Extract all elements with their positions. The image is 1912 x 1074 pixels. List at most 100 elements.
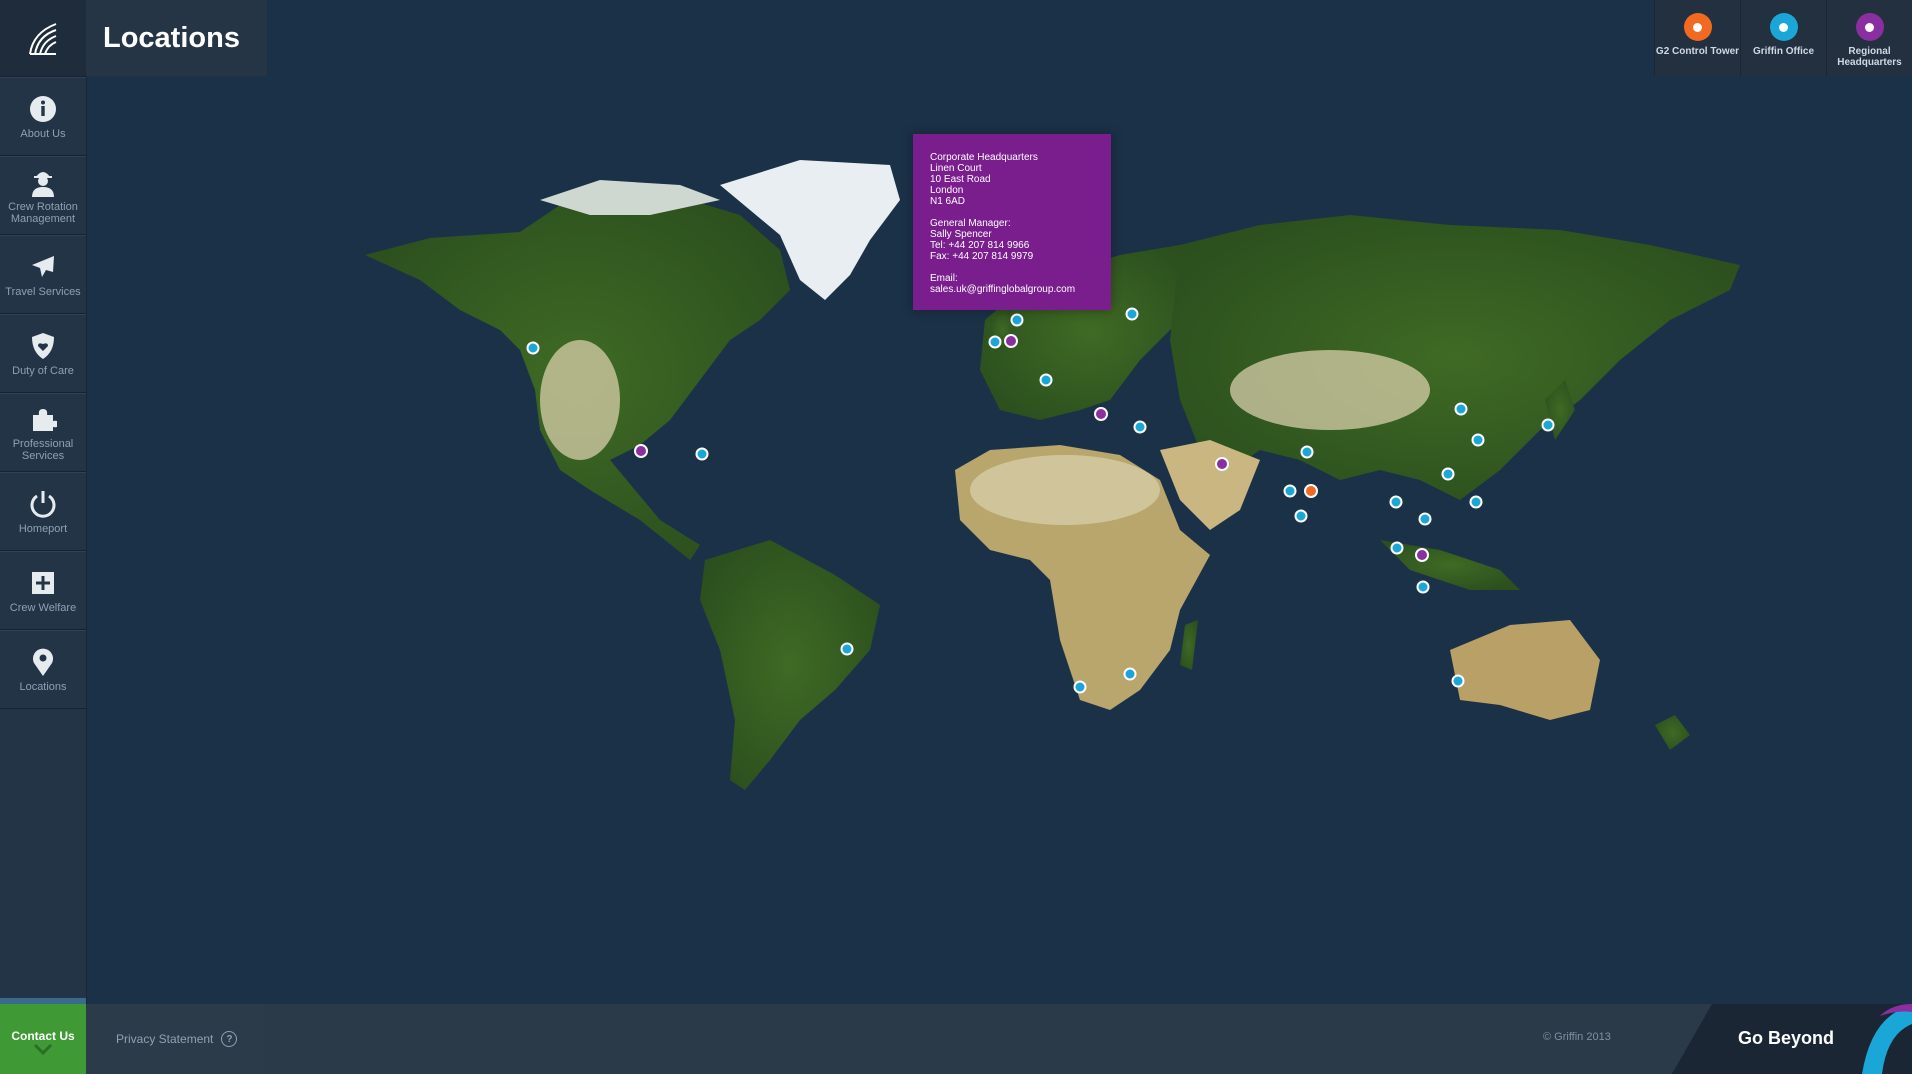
marker-griffin-office[interactable] [1294, 509, 1308, 523]
sidebar-item-label: Crew Rotation Management [8, 200, 78, 225]
marker-griffin-office[interactable] [1454, 402, 1468, 416]
marker-griffin-office[interactable] [1123, 667, 1137, 681]
legend-g2-control-tower[interactable]: G2 Control Tower [1654, 0, 1740, 76]
location-popup: Corporate Headquarters Linen Court 10 Ea… [913, 134, 1111, 310]
desert-north-america [540, 340, 620, 460]
page-title-box: Locations [86, 0, 267, 76]
contact-us-label: Contact Us [11, 1029, 75, 1043]
marker-griffin-office[interactable] [840, 642, 854, 656]
map-pin-icon [28, 647, 58, 677]
footer-bar [264, 1004, 1912, 1074]
legend-dot-orange [1683, 13, 1712, 41]
sidebar-item-professional-services[interactable]: Professional Services [0, 393, 86, 472]
continent-madagascar [1180, 620, 1198, 670]
page-title: Locations [103, 21, 240, 54]
sidebar-item-about-us[interactable]: About Us [0, 77, 86, 156]
marker-griffin-office[interactable] [1469, 495, 1483, 509]
popup-line: Linen Court [930, 163, 982, 174]
marker-griffin-office[interactable] [1441, 467, 1455, 481]
marker-g2-control-tower[interactable] [1304, 484, 1318, 498]
marker-griffin-office[interactable] [1418, 512, 1432, 526]
marker-griffin-office[interactable] [1541, 418, 1555, 432]
popup-line: London [930, 185, 964, 196]
question-circle-icon: ? [221, 1031, 238, 1047]
popup-email: Email: sales.uk@griffinglobalgroup.com [930, 273, 1094, 295]
marker-griffin-office[interactable] [1451, 674, 1465, 688]
privacy-statement-label: Privacy Statement [116, 1032, 214, 1046]
privacy-statement-link[interactable]: Privacy Statement ? [86, 1004, 264, 1074]
marker-regional-hq[interactable] [1094, 407, 1108, 421]
sidebar-item-duty-of-care[interactable]: Duty of Care [0, 314, 86, 393]
popup-line: Email: [930, 273, 958, 284]
marker-griffin-office[interactable] [695, 447, 709, 461]
sidebar-item-travel-services[interactable]: Travel Services [0, 235, 86, 314]
sidebar-item-crew-rotation[interactable]: Crew Rotation Management [0, 156, 86, 235]
popup-line: Sally Spencer [930, 229, 992, 240]
chevron-down-icon [33, 1043, 53, 1055]
logo[interactable] [0, 0, 86, 77]
popup-line: Tel: +44 207 814 9966 [930, 240, 1030, 251]
marker-regional-hq[interactable] [1215, 457, 1229, 471]
marker-griffin-office[interactable] [1010, 313, 1024, 327]
popup-email-link[interactable]: sales.uk@griffinglobalgroup.com [930, 284, 1094, 295]
sidebar-item-label: Homeport [18, 522, 68, 535]
marker-griffin-office[interactable] [1133, 420, 1147, 434]
marker-griffin-office[interactable] [1125, 307, 1139, 321]
sidebar-item-label: Professional Services [12, 437, 74, 462]
sidebar-item-label: Duty of Care [12, 364, 74, 377]
swoosh-logo-icon [1862, 1004, 1912, 1074]
marker-griffin-office[interactable] [1300, 445, 1314, 459]
marker-regional-hq[interactable] [1415, 548, 1429, 562]
sidebar: About Us Crew Rotation Management Travel… [0, 0, 87, 1004]
marker-griffin-office[interactable] [1416, 580, 1430, 594]
legend-dot-purple [1855, 13, 1884, 41]
info-icon [28, 94, 58, 124]
footer: Contact Us Privacy Statement ? © Griffin… [0, 1004, 1912, 1074]
marker-griffin-office[interactable] [1471, 433, 1485, 447]
griffin-logo-icon [29, 23, 57, 55]
popup-line: 10 East Road [930, 174, 991, 185]
legend-griffin-office[interactable]: Griffin Office [1740, 0, 1826, 76]
sidebar-item-label: About Us [20, 127, 66, 140]
sidebar-item-crew-welfare[interactable]: Crew Welfare [0, 551, 86, 630]
desert-sahara [970, 455, 1160, 525]
marker-griffin-office[interactable] [1283, 484, 1297, 498]
legend-label: Griffin Office [1752, 46, 1815, 57]
sidebar-item-label: Travel Services [5, 285, 81, 298]
sidebar-item-label: Crew Welfare [9, 601, 77, 614]
sidebar-item-label: Locations [19, 680, 67, 693]
marker-griffin-office[interactable] [988, 335, 1002, 349]
puzzle-icon [28, 404, 58, 434]
popup-line: General Manager: [930, 218, 1011, 229]
popup-address: Corporate Headquarters Linen Court 10 Ea… [930, 152, 1094, 207]
marker-griffin-office[interactable] [526, 341, 540, 355]
marker-griffin-office[interactable] [1039, 373, 1053, 387]
sidebar-item-locations[interactable]: Locations [0, 630, 86, 709]
marker-regional-hq[interactable] [634, 444, 648, 458]
plus-box-icon [28, 568, 58, 598]
marker-griffin-office[interactable] [1073, 680, 1087, 694]
popup-line: Fax: +44 207 814 9979 [930, 251, 1034, 262]
airplane-icon [28, 252, 58, 282]
continent-new-zealand [1655, 715, 1690, 750]
marker-regional-hq[interactable] [1004, 334, 1018, 348]
popup-line: N1 6AD [930, 196, 966, 207]
power-icon [28, 489, 58, 519]
copyright: © Griffin 2013 [1543, 1031, 1611, 1043]
marker-griffin-office[interactable] [1389, 495, 1403, 509]
sidebar-item-homeport[interactable]: Homeport [0, 472, 86, 551]
tagline: Go Beyond [1738, 1028, 1835, 1048]
popup-line: Corporate Headquarters [930, 152, 1038, 163]
legend-label: Regional Headquarters [1837, 46, 1902, 68]
shield-icon [28, 331, 58, 361]
contact-us-button[interactable]: Contact Us [0, 1004, 86, 1074]
continent-asia [1170, 215, 1740, 500]
map-legend: G2 Control Tower Griffin Office Regional… [1654, 0, 1912, 76]
legend-regional-hq[interactable]: Regional Headquarters [1826, 0, 1912, 76]
person-icon [28, 167, 58, 197]
desert-central-asia [1230, 350, 1430, 430]
legend-dot-blue [1769, 13, 1798, 41]
marker-griffin-office[interactable] [1390, 541, 1404, 555]
continent-australia [1450, 620, 1600, 720]
popup-manager: General Manager: Sally Spencer Tel: +44 … [930, 218, 1094, 262]
